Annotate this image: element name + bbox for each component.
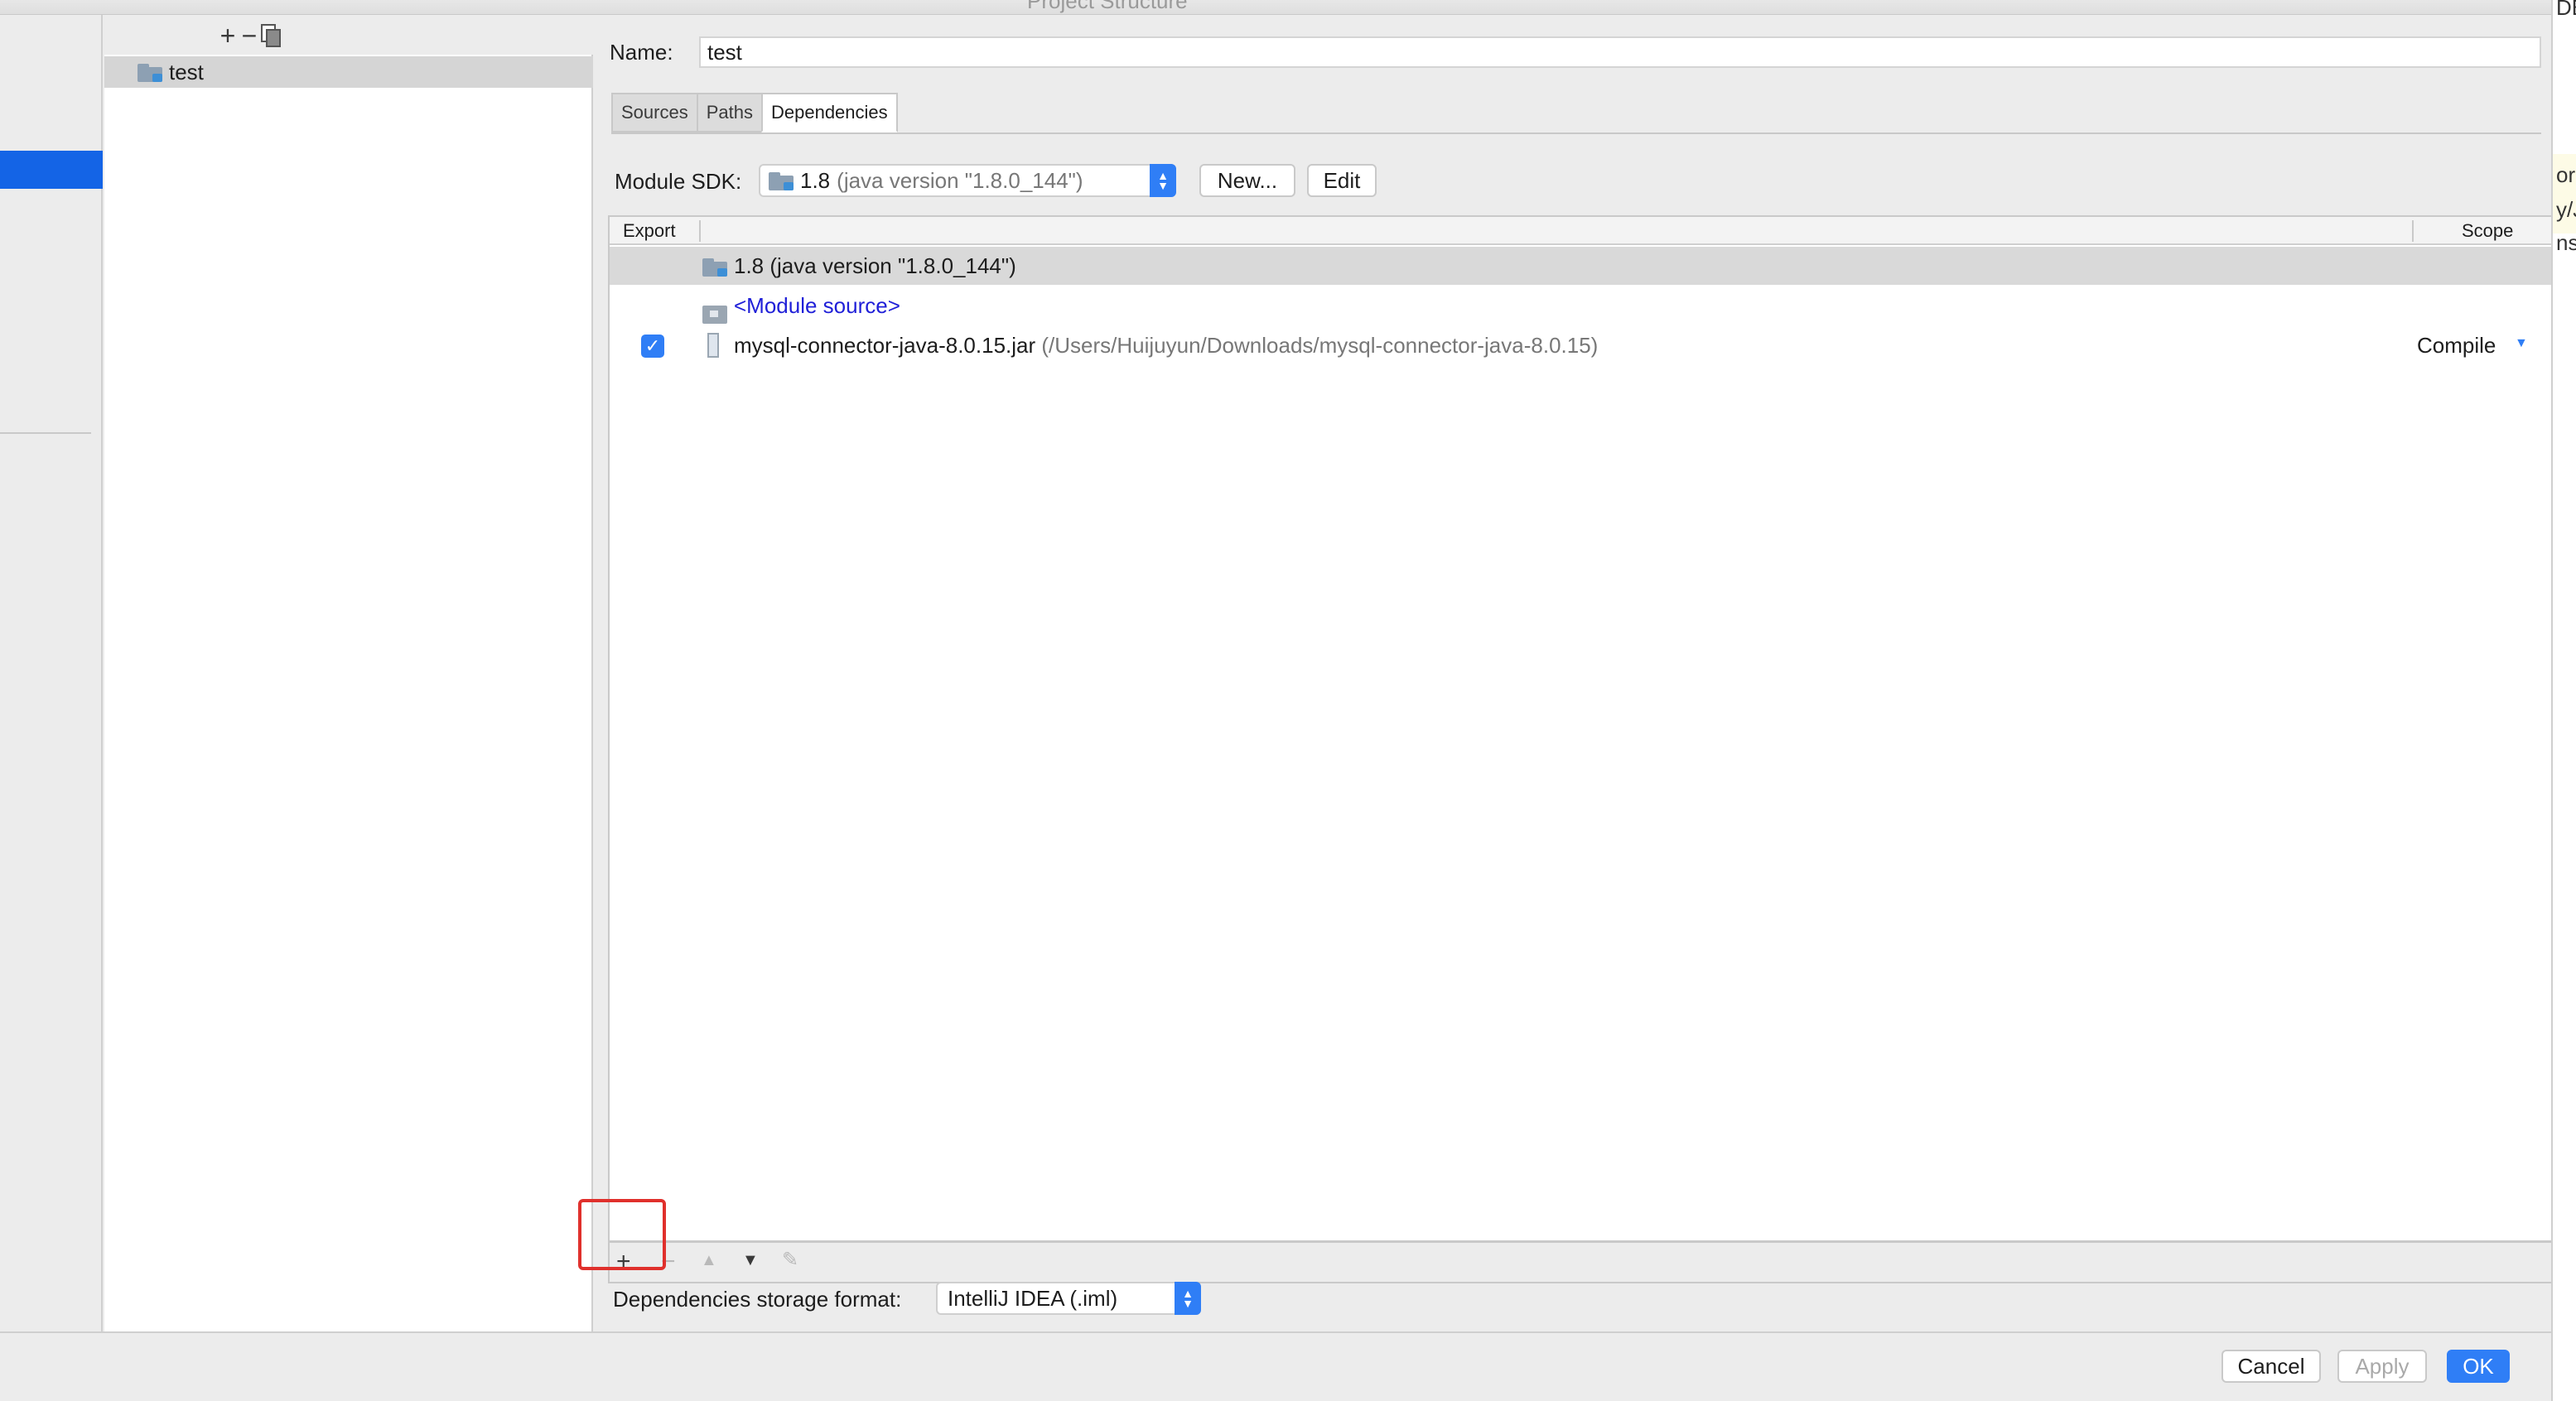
storage-format-value: IntelliJ IDEA (.iml): [948, 1285, 1118, 1311]
dependencies-table: Export Scope 1.8 (java version "1.8.0_14…: [608, 215, 2554, 1242]
col-scope-header[interactable]: Scope: [2462, 220, 2513, 242]
col-separator: [2412, 220, 2414, 242]
module-tree-panel: + − test: [104, 15, 593, 1331]
module-folder-icon: [137, 62, 164, 82]
dependency-name: 1.8 (java version "1.8.0_144"): [734, 253, 1016, 278]
cancel-button[interactable]: Cancel: [2221, 1350, 2321, 1383]
edit-pencil-icon[interactable]: ✎: [782, 1248, 798, 1272]
background-window-edge: DB or- y/Ja nsc: [2551, 0, 2576, 1401]
sdk-version: 1.8: [800, 167, 831, 193]
annotation-highlight-box: [578, 1199, 666, 1270]
module-sdk-select[interactable]: 1.8 (java version "1.8.0_144") ▲ ▼: [759, 164, 1176, 197]
edit-sdk-button[interactable]: Edit: [1307, 164, 1377, 197]
tree-item-label: test: [169, 59, 204, 84]
new-sdk-button[interactable]: New...: [1199, 164, 1295, 197]
copy-module-icon[interactable]: [257, 22, 285, 50]
export-checkbox[interactable]: ✓: [641, 335, 664, 358]
dialog-footer: Cancel Apply OK: [0, 1331, 2551, 1401]
jar-icon: [707, 333, 719, 358]
category-sidebar: [0, 15, 103, 1331]
table-row[interactable]: <Module source>: [610, 286, 2553, 325]
background-text: y/Ja: [2556, 197, 2576, 222]
ok-button[interactable]: OK: [2447, 1350, 2510, 1383]
col-export-header[interactable]: Export: [623, 220, 676, 242]
move-up-icon[interactable]: ▲: [701, 1251, 717, 1270]
background-text: nsc: [2556, 230, 2576, 255]
tab-paths[interactable]: Paths: [696, 93, 761, 132]
dependency-name: <Module source>: [734, 292, 900, 318]
apply-button[interactable]: Apply: [2337, 1350, 2427, 1383]
tree-item-test[interactable]: test: [104, 56, 593, 88]
sdk-folder-icon: [769, 171, 795, 190]
tree-toolbar: + −: [104, 15, 593, 55]
table-row[interactable]: ✓ mysql-connector-java-8.0.15.jar (/User…: [610, 326, 2553, 364]
sdk-folder-icon: [702, 257, 729, 277]
jar-name: mysql-connector-java-8.0.15.jar: [734, 332, 1036, 358]
table-header: Export Scope: [610, 217, 2553, 245]
name-label: Name:: [610, 40, 673, 65]
jar-path: (/Users/Huijuyun/Downloads/mysql-connect…: [1041, 332, 1599, 358]
module-sdk-label: Module SDK:: [615, 169, 742, 194]
dropdown-arrow-icon[interactable]: ▼: [2515, 336, 2528, 351]
tab-underline: [611, 132, 2541, 134]
background-text: or-: [2556, 162, 2576, 187]
module-name-input[interactable]: test: [699, 36, 2541, 68]
storage-format-select[interactable]: IntelliJ IDEA (.iml) ▲ ▼: [936, 1282, 1201, 1315]
sdk-detail: (java version "1.8.0_144"): [837, 167, 1083, 193]
category-item-selected[interactable]: [0, 151, 103, 189]
project-structure-dialog: Project Structure + − test Name: test So…: [0, 0, 2576, 1401]
background-text: DB: [2556, 0, 2576, 20]
col-separator: [699, 220, 701, 242]
move-down-icon[interactable]: ▼: [742, 1251, 759, 1270]
storage-format-label: Dependencies storage format:: [613, 1287, 902, 1312]
select-stepper-icon[interactable]: ▲ ▼: [1150, 164, 1176, 197]
module-source-icon: [702, 306, 727, 324]
select-stepper-icon[interactable]: ▲ ▼: [1175, 1282, 1201, 1315]
title-bar: Project Structure: [0, 0, 2551, 15]
category-divider: [0, 432, 91, 434]
dependency-name: mysql-connector-java-8.0.15.jar (/Users/…: [734, 333, 1598, 359]
table-toolbar: + − ▲ ▼ ✎: [608, 1242, 2554, 1283]
scope-select[interactable]: Compile: [2417, 333, 2496, 359]
tab-sources[interactable]: Sources: [611, 93, 697, 132]
window-title: Project Structure: [1027, 0, 1188, 13]
tab-bar: Sources Paths Dependencies: [611, 93, 898, 134]
tab-dependencies[interactable]: Dependencies: [760, 93, 898, 132]
module-settings-panel: Name: test Sources Paths Dependencies Mo…: [596, 15, 2554, 1331]
table-row[interactable]: 1.8 (java version "1.8.0_144"): [610, 247, 2553, 285]
